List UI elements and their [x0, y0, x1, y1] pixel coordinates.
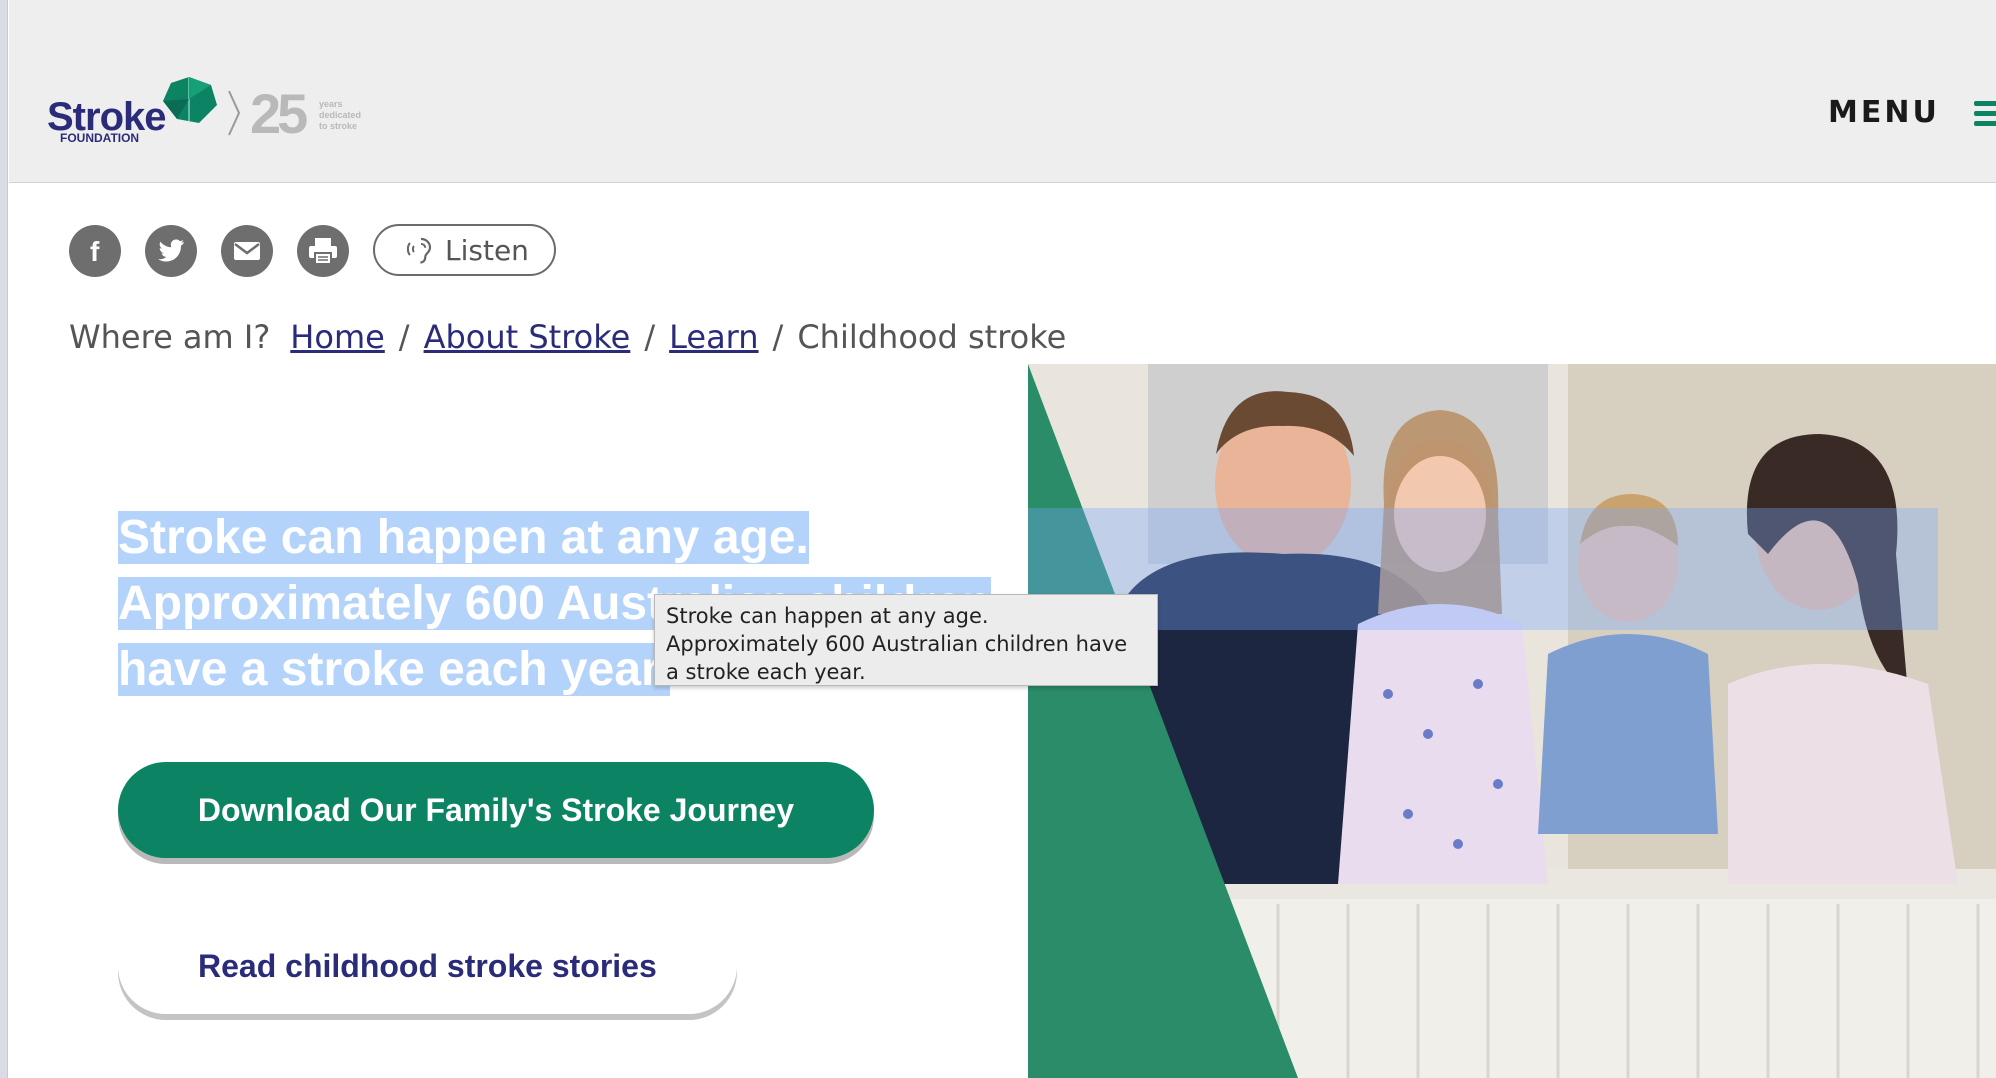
listen-button[interactable]: Listen	[373, 224, 556, 276]
stroke-foundation-logo[interactable]: Stroke FOUNDATION 25 years dedicated to …	[47, 75, 367, 155]
hamburger-menu-icon[interactable]	[1974, 101, 1996, 127]
breadcrumb-separator: /	[398, 318, 410, 356]
download-family-journey-button[interactable]: Download Our Family's Stroke Journey	[118, 762, 874, 858]
breadcrumb-current: Childhood stroke	[797, 318, 1067, 356]
menu-label[interactable]: MENU	[1828, 95, 1940, 130]
print-icon[interactable]	[297, 225, 349, 277]
email-icon[interactable]	[221, 225, 273, 277]
read-stories-button[interactable]: Read childhood stroke stories	[118, 918, 737, 1014]
logo-chevron-icon	[228, 90, 241, 136]
site-header: Stroke FOUNDATION 25 years dedicated to …	[9, 0, 1996, 183]
download-button-label: Download Our Family's Stroke Journey	[197, 791, 795, 828]
breadcrumb-link-learn[interactable]: Learn	[669, 318, 758, 356]
hero-family-photo	[1028, 364, 1996, 1078]
listen-label: Listen	[445, 233, 529, 267]
anniversary-tagline: years dedicated to stroke	[319, 99, 362, 131]
breadcrumb-separator: /	[644, 318, 656, 356]
facebook-icon[interactable]: f	[69, 225, 121, 277]
window-edge	[0, 0, 8, 1078]
heading-tooltip: Stroke can happen at any age. Approximat…	[654, 594, 1158, 686]
breadcrumb: Where am I? Home / About Stroke / Learn / Child…	[69, 318, 1066, 356]
breadcrumb-separator: /	[772, 318, 784, 356]
breadcrumb-link-about-stroke[interactable]: About Stroke	[424, 318, 631, 356]
text-selection-highlight	[1028, 508, 1938, 630]
svg-text:f: f	[90, 236, 100, 266]
twitter-icon[interactable]	[145, 225, 197, 277]
anniversary-number: 25	[250, 82, 308, 145]
ear-icon	[406, 237, 432, 264]
read-stories-label: Read childhood stroke stories	[198, 947, 657, 984]
breadcrumb-link-home[interactable]: Home	[290, 318, 385, 356]
logo-gem-icon	[163, 77, 217, 123]
logo-subtitle: FOUNDATION	[60, 131, 140, 145]
breadcrumb-prefix: Where am I?	[69, 318, 271, 356]
